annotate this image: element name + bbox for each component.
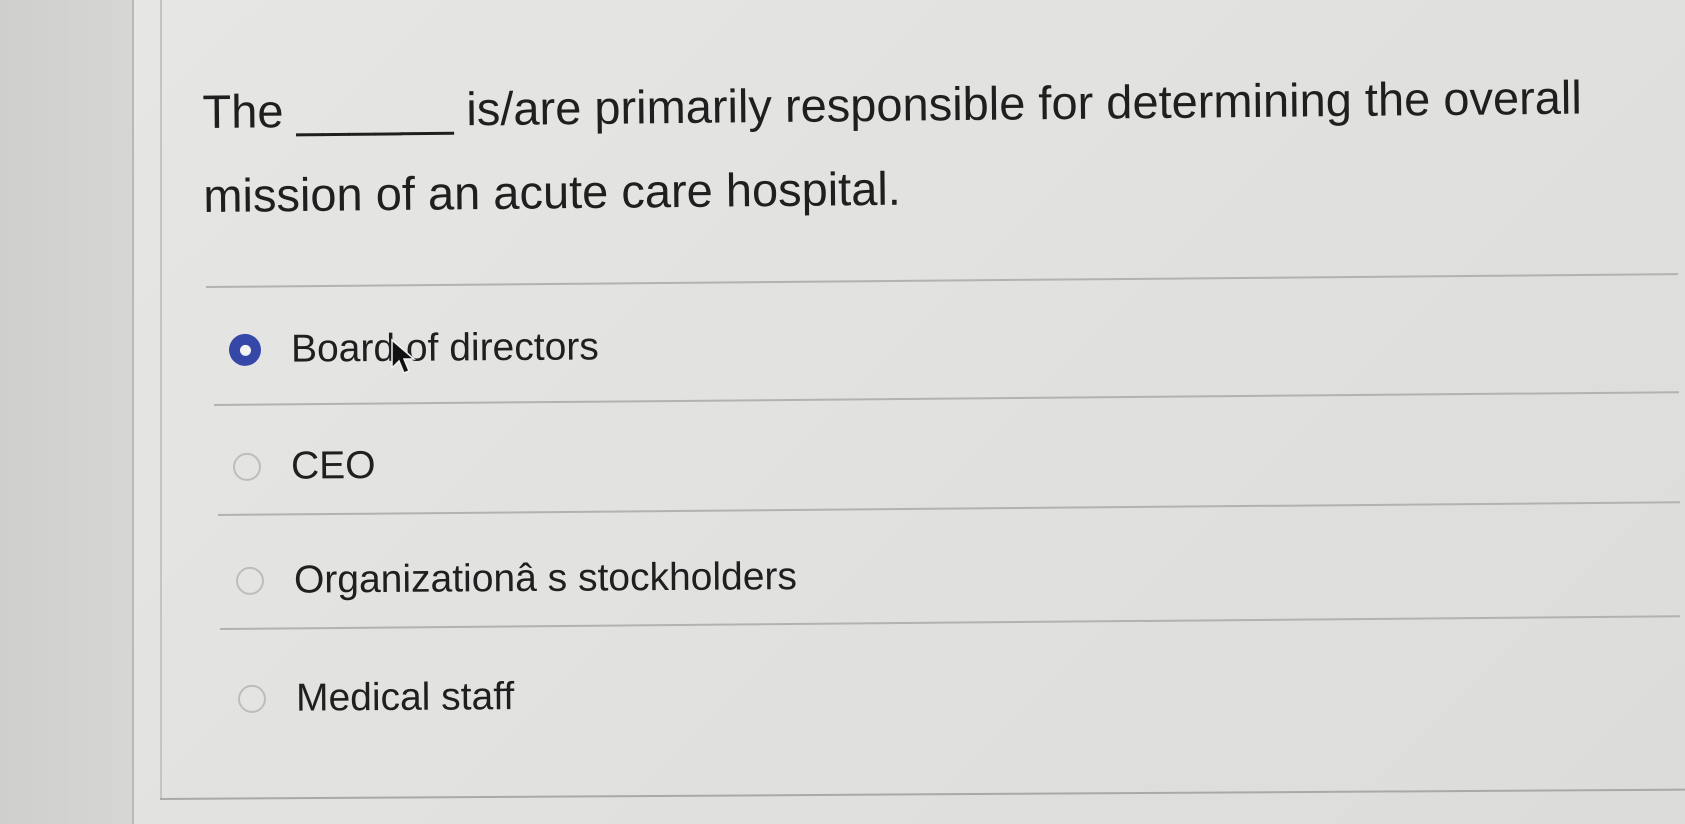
option-medical-staff[interactable]: Medical staff — [237, 675, 515, 721]
radio-selected-icon[interactable] — [228, 333, 262, 366]
option-label: Board of directors — [290, 325, 599, 371]
mouse-pointer-icon — [391, 338, 416, 374]
radio-unselected-icon[interactable] — [235, 566, 265, 595]
option-label: Organizationâ s stockholders — [293, 555, 798, 602]
option-label: CEO — [290, 444, 376, 488]
radio-unselected-icon[interactable] — [237, 684, 267, 713]
option-ceo[interactable]: CEO — [232, 444, 376, 489]
option-organizations-stockholders[interactable]: Organizationâ s stockholders — [235, 555, 798, 603]
radio-unselected-icon[interactable] — [232, 452, 262, 481]
left-panel-edge — [0, 0, 134, 824]
question-text: The ______ is/are primarily responsible … — [202, 70, 1583, 222]
option-label: Medical staff — [295, 675, 515, 720]
card-left-border — [160, 0, 162, 800]
